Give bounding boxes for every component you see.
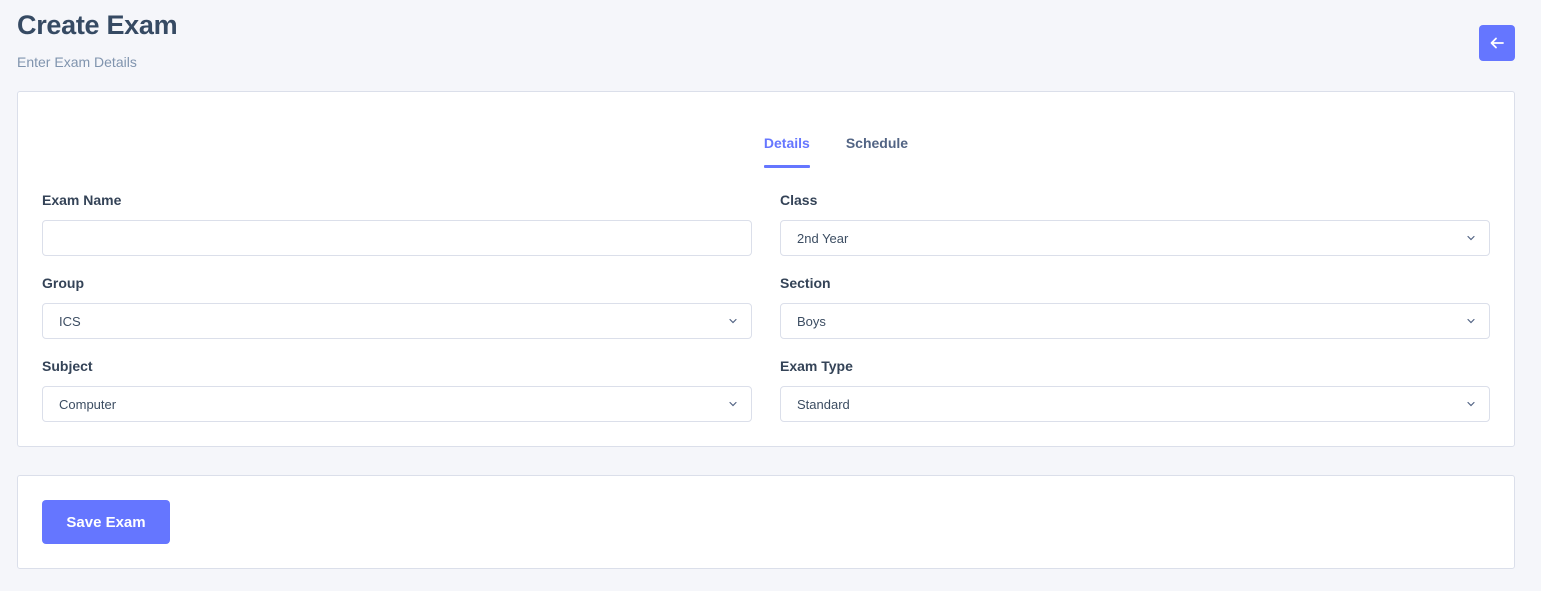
exam-name-label: Exam Name: [42, 192, 122, 208]
class-field: Class 2nd Year: [780, 192, 1490, 256]
exam-details-card: Details Schedule Exam Name Class 2nd Yea…: [17, 91, 1515, 447]
section-label: Section: [780, 275, 831, 291]
exam-name-input[interactable]: [42, 220, 752, 256]
class-select[interactable]: 2nd Year: [780, 220, 1490, 256]
exam-type-field: Exam Type Standard: [780, 358, 1490, 422]
exam-type-label: Exam Type: [780, 358, 853, 374]
chevron-down-icon: [1467, 235, 1475, 241]
section-select-value: Boys: [797, 313, 826, 329]
class-select-value: 2nd Year: [797, 230, 849, 246]
exam-name-field: Exam Name: [42, 192, 752, 256]
chevron-down-icon: [1467, 318, 1475, 324]
back-button[interactable]: [1479, 25, 1515, 61]
chevron-down-icon: [729, 401, 737, 407]
group-select-value: ICS: [59, 313, 81, 329]
create-exam-page: Create Exam Enter Exam Details Details S…: [0, 0, 1541, 591]
arrow-left-icon: [1490, 37, 1504, 49]
group-field: Group ICS: [42, 275, 752, 339]
actions-card: Save Exam: [17, 475, 1515, 569]
exam-type-select[interactable]: Standard: [780, 386, 1490, 422]
page-subtitle: Enter Exam Details: [17, 54, 137, 70]
subject-label: Subject: [42, 358, 93, 374]
section-select[interactable]: Boys: [780, 303, 1490, 339]
save-exam-button[interactable]: Save Exam: [42, 500, 170, 544]
section-field: Section Boys: [780, 275, 1490, 339]
subject-field: Subject Computer: [42, 358, 752, 422]
tab-schedule[interactable]: Schedule: [846, 135, 908, 168]
chevron-down-icon: [729, 318, 737, 324]
subject-select-value: Computer: [59, 396, 117, 412]
tab-bar: Details Schedule: [18, 135, 1514, 168]
group-label: Group: [42, 275, 84, 291]
exam-type-select-value: Standard: [797, 396, 850, 412]
tab-details[interactable]: Details: [763, 135, 810, 168]
class-label: Class: [780, 192, 818, 208]
page-title: Create Exam: [17, 10, 178, 40]
subject-select[interactable]: Computer: [42, 386, 752, 422]
group-select[interactable]: ICS: [42, 303, 752, 339]
chevron-down-icon: [1467, 401, 1475, 407]
